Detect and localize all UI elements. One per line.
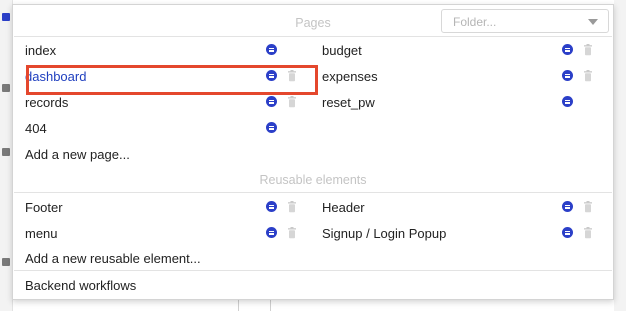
page-item-label: budget <box>322 43 362 58</box>
backend-workflows-link[interactable]: Backend workflows <box>25 278 136 293</box>
options-icon[interactable] <box>562 70 573 81</box>
reusable-item-footer[interactable]: Footer <box>25 197 305 219</box>
reusable-item-label: Footer <box>25 200 63 215</box>
trash-icon[interactable] <box>583 227 593 239</box>
page-item-label: dashboard <box>25 69 87 84</box>
add-reusable-element-link[interactable]: Add a new reusable element... <box>25 251 201 266</box>
options-icon[interactable] <box>266 122 277 133</box>
options-icon[interactable] <box>266 201 277 212</box>
page-item-reset-pw[interactable]: reset_pw <box>322 92 602 114</box>
page-item-records[interactable]: records <box>25 92 305 114</box>
page-item-404[interactable]: 404 <box>25 118 305 140</box>
page-item-index[interactable]: index <box>25 40 305 62</box>
options-icon[interactable] <box>562 201 573 212</box>
divider <box>14 270 612 271</box>
panel-icon <box>2 148 10 156</box>
divider <box>14 192 612 193</box>
trash-icon[interactable] <box>287 201 297 213</box>
reusable-item-signup-login-popup[interactable]: Signup / Login Popup <box>322 223 602 245</box>
page-item-label: index <box>25 43 57 58</box>
page-item-budget[interactable]: budget <box>322 40 602 62</box>
trash-icon[interactable] <box>583 44 593 56</box>
page-item-dashboard[interactable]: dashboard <box>25 66 305 88</box>
options-icon[interactable] <box>562 96 573 107</box>
reusable-item-menu[interactable]: menu <box>25 223 305 245</box>
divider <box>270 300 271 311</box>
options-icon[interactable] <box>562 44 573 55</box>
reusable-item-label: menu <box>25 226 58 241</box>
editor-background-right <box>614 0 626 311</box>
options-icon[interactable] <box>266 227 277 238</box>
trash-icon[interactable] <box>287 227 297 239</box>
page-item-label: reset_pw <box>322 95 375 110</box>
reusable-item-header[interactable]: Header <box>322 197 602 219</box>
trash-icon[interactable] <box>287 96 297 108</box>
trash-icon[interactable] <box>287 70 297 82</box>
page-item-label: expenses <box>322 69 378 84</box>
options-icon[interactable] <box>266 96 277 107</box>
reusable-item-label: Header <box>322 200 365 215</box>
trash-icon[interactable] <box>583 70 593 82</box>
app-logo-icon <box>2 13 10 21</box>
add-page-link[interactable]: Add a new page... <box>25 147 130 162</box>
page-item-label: records <box>25 95 69 110</box>
options-icon[interactable] <box>266 44 277 55</box>
reusable-item-label: Signup / Login Popup <box>322 226 447 241</box>
divider <box>14 36 612 37</box>
page-item-label: 404 <box>25 121 47 136</box>
pages-section-title: Pages <box>295 16 331 30</box>
options-icon[interactable] <box>562 227 573 238</box>
trash-icon[interactable] <box>583 201 593 213</box>
options-icon[interactable] <box>266 70 277 81</box>
page-item-expenses[interactable]: expenses <box>322 66 602 88</box>
pages-dropdown-panel: Folder... Pages index dashboard records … <box>12 4 614 300</box>
divider <box>238 300 239 311</box>
reusable-section-title: Reusable elements <box>259 173 367 187</box>
panel-icon <box>2 84 10 92</box>
panel-icon <box>2 258 10 266</box>
